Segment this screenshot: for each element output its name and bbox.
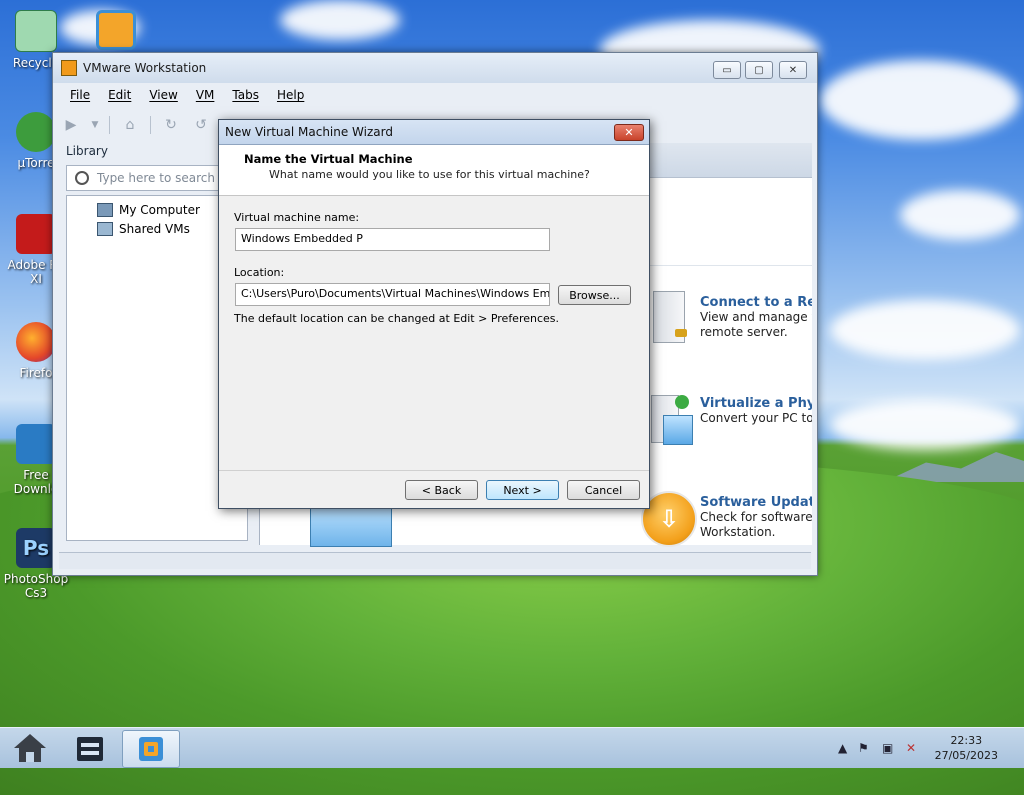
window-titlebar[interactable]: VMware Workstation xyxy=(53,53,817,83)
library-search-input[interactable]: Type here to search xyxy=(66,165,242,191)
menu-vm[interactable]: VM xyxy=(187,85,224,107)
taskbar: ▲ ⚑ ▣ ✕ 22:33 27/05/2023 xyxy=(0,727,1024,768)
dialog-subheading: What name would you like to use for this… xyxy=(269,168,590,181)
restore-icon: ▢ xyxy=(754,64,764,76)
location-note: The default location can be changed at E… xyxy=(234,312,560,325)
file-manager-icon xyxy=(77,737,103,761)
firefox-icon xyxy=(16,322,56,362)
revert-snapshot-icon[interactable]: ↺ xyxy=(191,115,211,135)
vm-name-label: Virtual machine name: xyxy=(234,211,360,224)
action-title: Software Update xyxy=(700,495,812,510)
toolbar-divider xyxy=(150,116,151,134)
download-manager-icon xyxy=(16,424,56,464)
back-button[interactable]: < Back xyxy=(405,480,478,500)
action-virtualize-physical[interactable]: Virtualize a Phys Convert your PC to xyxy=(700,396,812,426)
action-connect-remote[interactable]: Connect to a Re View and manage v remote… xyxy=(700,295,812,340)
menu-tabs[interactable]: Tabs xyxy=(223,85,268,107)
computer-icon xyxy=(97,202,113,217)
clock-time: 22:33 xyxy=(950,734,983,747)
adobe-reader-icon xyxy=(16,214,56,254)
menu-help[interactable]: Help xyxy=(268,85,313,107)
menu-edit[interactable]: Edit xyxy=(99,85,140,107)
vm-name-input[interactable]: Windows Embedded P xyxy=(235,228,550,251)
menu-view[interactable]: View xyxy=(140,85,186,107)
action-title: Connect to a Re xyxy=(700,295,812,310)
home-icon xyxy=(14,734,46,762)
software-update-icon: ⇩ xyxy=(641,491,697,547)
action-description: Convert your PC to xyxy=(700,411,812,425)
snapshot-icon[interactable]: ↻ xyxy=(161,115,181,135)
browse-button[interactable]: Browse... xyxy=(558,285,631,305)
minimize-button[interactable]: ▭ xyxy=(713,61,741,79)
remote-server-icon xyxy=(647,289,695,345)
desktop-icon-vmware[interactable] xyxy=(78,10,154,54)
taskbar-vmware-workstation[interactable] xyxy=(122,730,180,768)
cancel-button[interactable]: Cancel xyxy=(567,480,640,500)
close-icon: ✕ xyxy=(788,64,798,76)
action-description: Check for software xyxy=(700,510,812,524)
power-dropdown-icon[interactable]: ▼ xyxy=(91,115,99,135)
photoshop-icon: Ps xyxy=(16,528,56,568)
vmware-icon xyxy=(139,737,163,761)
search-placeholder: Type here to search xyxy=(97,171,215,185)
start-button[interactable] xyxy=(2,730,58,766)
action-center-flag-icon[interactable]: ⚑ xyxy=(858,741,869,755)
tree-item-label: My Computer xyxy=(119,202,200,217)
new-vm-wizard-dialog: New Virtual Machine Wizard ✕ Name the Vi… xyxy=(218,119,650,509)
dialog-titlebar[interactable]: New Virtual Machine Wizard xyxy=(219,120,649,145)
tree-item-label: Shared VMs xyxy=(119,221,190,236)
dialog-heading: Name the Virtual Machine xyxy=(244,152,413,166)
status-bar xyxy=(59,552,811,569)
vmware-icon xyxy=(96,10,136,50)
show-hidden-icons[interactable]: ▲ xyxy=(838,741,847,755)
recycle-bin-icon xyxy=(15,10,57,52)
utorrent-icon xyxy=(16,112,56,152)
clock-date: 27/05/2023 xyxy=(934,749,998,762)
location-label: Location: xyxy=(234,266,285,279)
send-keys-icon[interactable]: ⌂ xyxy=(120,115,140,135)
action-description: remote server. xyxy=(700,325,788,339)
close-icon: ✕ xyxy=(624,126,634,139)
shared-vms-icon xyxy=(97,221,113,236)
power-on-icon[interactable]: ▶ xyxy=(61,115,81,135)
action-title: Virtualize a Phys xyxy=(700,396,812,411)
search-icon xyxy=(75,171,89,185)
action-software-updates[interactable]: Software Update Check for software Works… xyxy=(700,495,812,540)
create-vm-icon xyxy=(310,503,392,547)
virtualize-physical-icon xyxy=(647,391,695,447)
menu-bar: File Edit View VM Tabs Help xyxy=(61,85,313,107)
action-description: View and manage v xyxy=(700,310,812,324)
dialog-close-button[interactable]: ✕ xyxy=(614,124,644,141)
next-button[interactable]: Next > xyxy=(486,480,559,500)
location-input[interactable]: C:\Users\Puro\Documents\Virtual Machines… xyxy=(235,283,550,306)
minimize-icon: ▭ xyxy=(722,64,732,76)
toolbar-divider xyxy=(109,116,110,134)
dialog-title: New Virtual Machine Wizard xyxy=(225,125,393,139)
action-description: Workstation. xyxy=(700,525,776,539)
window-title: VMware Workstation xyxy=(83,61,207,75)
volume-muted-icon[interactable]: ✕ xyxy=(906,741,916,755)
system-clock[interactable]: 22:33 27/05/2023 xyxy=(935,733,998,763)
menu-file[interactable]: File xyxy=(61,85,99,107)
restore-button[interactable]: ▢ xyxy=(745,61,773,79)
network-icon[interactable]: ▣ xyxy=(882,741,893,755)
close-button[interactable]: ✕ xyxy=(779,61,807,79)
dialog-header: Name the Virtual Machine What name would… xyxy=(219,145,649,196)
taskbar-file-manager[interactable] xyxy=(62,730,118,766)
dialog-footer-divider xyxy=(219,470,649,471)
vmware-app-icon xyxy=(61,60,77,76)
